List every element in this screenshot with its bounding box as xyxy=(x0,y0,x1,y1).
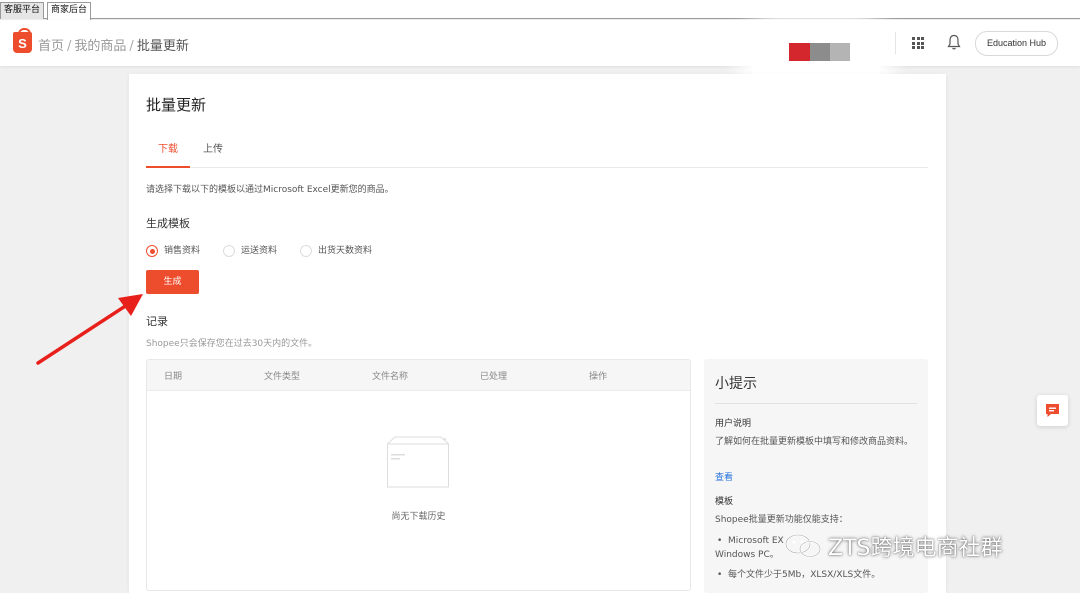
user-guide-text: 了解如何在批量更新模板中填写和修改商品资料。 xyxy=(715,437,914,447)
breadcrumb-current: 批量更新 xyxy=(136,39,189,54)
chat-icon xyxy=(1046,404,1059,417)
radio-dot xyxy=(223,245,235,257)
education-hub-button[interactable]: Education Hub xyxy=(975,31,1058,56)
chat-button[interactable] xyxy=(1037,395,1068,426)
radio-dot xyxy=(300,245,312,257)
tab-upload[interactable]: 上传 xyxy=(203,140,223,155)
breadcrumb-home[interactable]: 首页 xyxy=(38,39,64,54)
breadcrumb: 首页 / 我的商品 / 批量更新 xyxy=(38,35,189,54)
active-tab-indicator xyxy=(146,166,190,168)
table-header: 日期 文件类型 文件名称 已处理 操作 xyxy=(147,360,690,391)
tab-bar: 下载 上传 xyxy=(146,132,928,168)
browser-tab-customer-service[interactable]: 客服平台 xyxy=(0,2,45,19)
tips-bullet-item: • 每个文件少于5Mb，XLSX/XLS文件。 xyxy=(717,568,922,582)
breadcrumb-separator: / xyxy=(129,39,134,54)
empty-state-text: 尚无下载历史 xyxy=(391,512,446,522)
wechat-icon xyxy=(785,534,821,558)
tab-download[interactable]: 下载 xyxy=(158,140,178,155)
view-guide-link[interactable]: 查看 xyxy=(715,470,733,483)
records-subtitle: Shopee只会保存您在过去30天内的文件。 xyxy=(146,339,318,349)
redacted-pixel-block xyxy=(789,43,810,61)
breadcrumb-separator: / xyxy=(67,39,72,54)
column-date: 日期 xyxy=(164,372,183,382)
bullet-text: 每个文件少于5Mb，XLSX/XLS文件。 xyxy=(728,570,881,580)
column-file-name: 文件名称 xyxy=(372,372,409,382)
bell-icon[interactable] xyxy=(947,34,961,51)
annotation-arrow-icon xyxy=(36,294,143,365)
radio-label: 出货天数资料 xyxy=(318,246,373,256)
user-guide-title: 用户说明 xyxy=(715,419,752,429)
generate-template-title: 生成模板 xyxy=(146,217,190,230)
watermark-text: ZTS跨境电商社群 xyxy=(828,536,1003,561)
mass-update-card: 批量更新 下载 上传 请选择下载以下的模板以通过Microsoft Excel更… xyxy=(129,74,946,593)
empty-box-icon xyxy=(387,436,449,488)
top-header: S 首页 / 我的商品 / 批量更新 Education Hub xyxy=(0,20,1080,92)
header-divider xyxy=(895,32,896,54)
shopee-logo[interactable]: S xyxy=(13,28,32,53)
browser-tab-strip: 客服平台 商家后台 xyxy=(0,0,1080,20)
redacted-pixel-block xyxy=(830,43,850,61)
radio-dot xyxy=(146,245,158,257)
bullet-text: Microsoft EX xyxy=(728,536,784,546)
radio-label: 销售资料 xyxy=(164,246,201,256)
column-file-type: 文件类型 xyxy=(264,372,301,382)
bullet-mark: • xyxy=(717,570,723,580)
bullet-mark: • xyxy=(717,536,723,546)
template-title: 模板 xyxy=(715,497,734,507)
column-action: 操作 xyxy=(589,372,608,382)
template-support-text: Shopee批量更新功能仅能支持： xyxy=(715,515,848,525)
breadcrumb-my-products[interactable]: 我的商品 xyxy=(74,39,126,54)
column-processed: 已处理 xyxy=(480,372,508,382)
apps-grid-icon[interactable] xyxy=(912,37,924,49)
tips-divider xyxy=(715,403,917,404)
redacted-pixel-block xyxy=(810,43,830,61)
intro-text: 请选择下载以下的模板以通过Microsoft Excel更新您的商品。 xyxy=(146,185,394,195)
radio-label: 运送资料 xyxy=(241,246,278,256)
browser-tab-seller-center[interactable]: 商家后台 xyxy=(47,2,92,20)
tips-title: 小提示 xyxy=(715,376,757,392)
page-title: 批量更新 xyxy=(146,96,207,114)
records-table: 日期 文件类型 文件名称 已处理 操作 尚无下载历史 xyxy=(146,359,691,591)
